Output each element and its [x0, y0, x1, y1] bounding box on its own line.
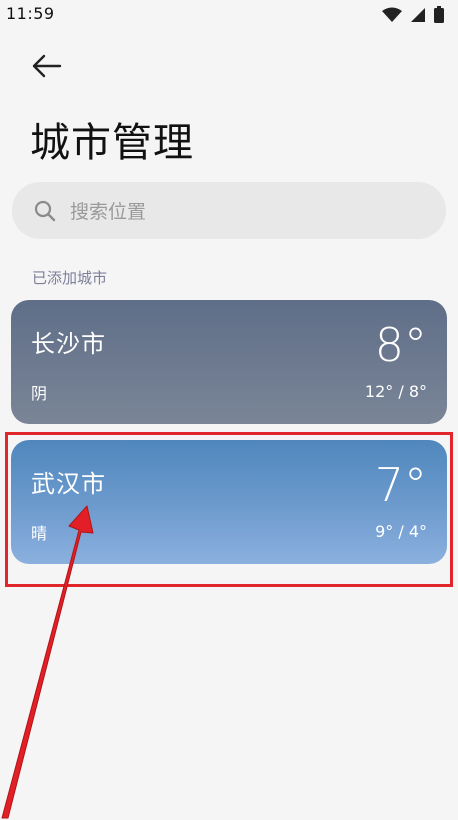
back-button[interactable] — [28, 50, 64, 82]
search-icon — [34, 200, 56, 222]
city-card-wuhan[interactable]: 武汉市 晴 7° 9° / 4° — [11, 440, 447, 564]
city-card-changsha[interactable]: 长沙市 阴 8° 12° / 8° — [11, 300, 447, 424]
wifi-icon — [382, 7, 402, 22]
city-temperature: 7° — [374, 458, 427, 512]
city-management-screen: 11:59 城市管理 已添加城市 长沙市 — [0, 0, 458, 820]
city-condition: 晴 — [31, 524, 48, 543]
status-time: 11:59 — [6, 4, 55, 23]
city-condition: 阴 — [31, 384, 48, 403]
section-label-added-cities: 已添加城市 — [32, 269, 108, 287]
city-temperature-range: 12° / 8° — [364, 382, 427, 401]
arrow-left-icon — [32, 54, 62, 78]
city-temperature-range: 9° / 4° — [375, 522, 427, 541]
city-name: 武汉市 — [31, 470, 106, 498]
search-bar[interactable] — [12, 182, 446, 239]
status-icons — [382, 6, 444, 23]
city-name: 长沙市 — [31, 330, 106, 358]
search-input[interactable] — [68, 197, 412, 227]
signal-icon — [411, 7, 425, 22]
status-bar: 11:59 — [0, 0, 458, 30]
city-temperature: 8° — [374, 318, 427, 372]
battery-icon — [434, 6, 444, 23]
page-title: 城市管理 — [30, 120, 194, 166]
